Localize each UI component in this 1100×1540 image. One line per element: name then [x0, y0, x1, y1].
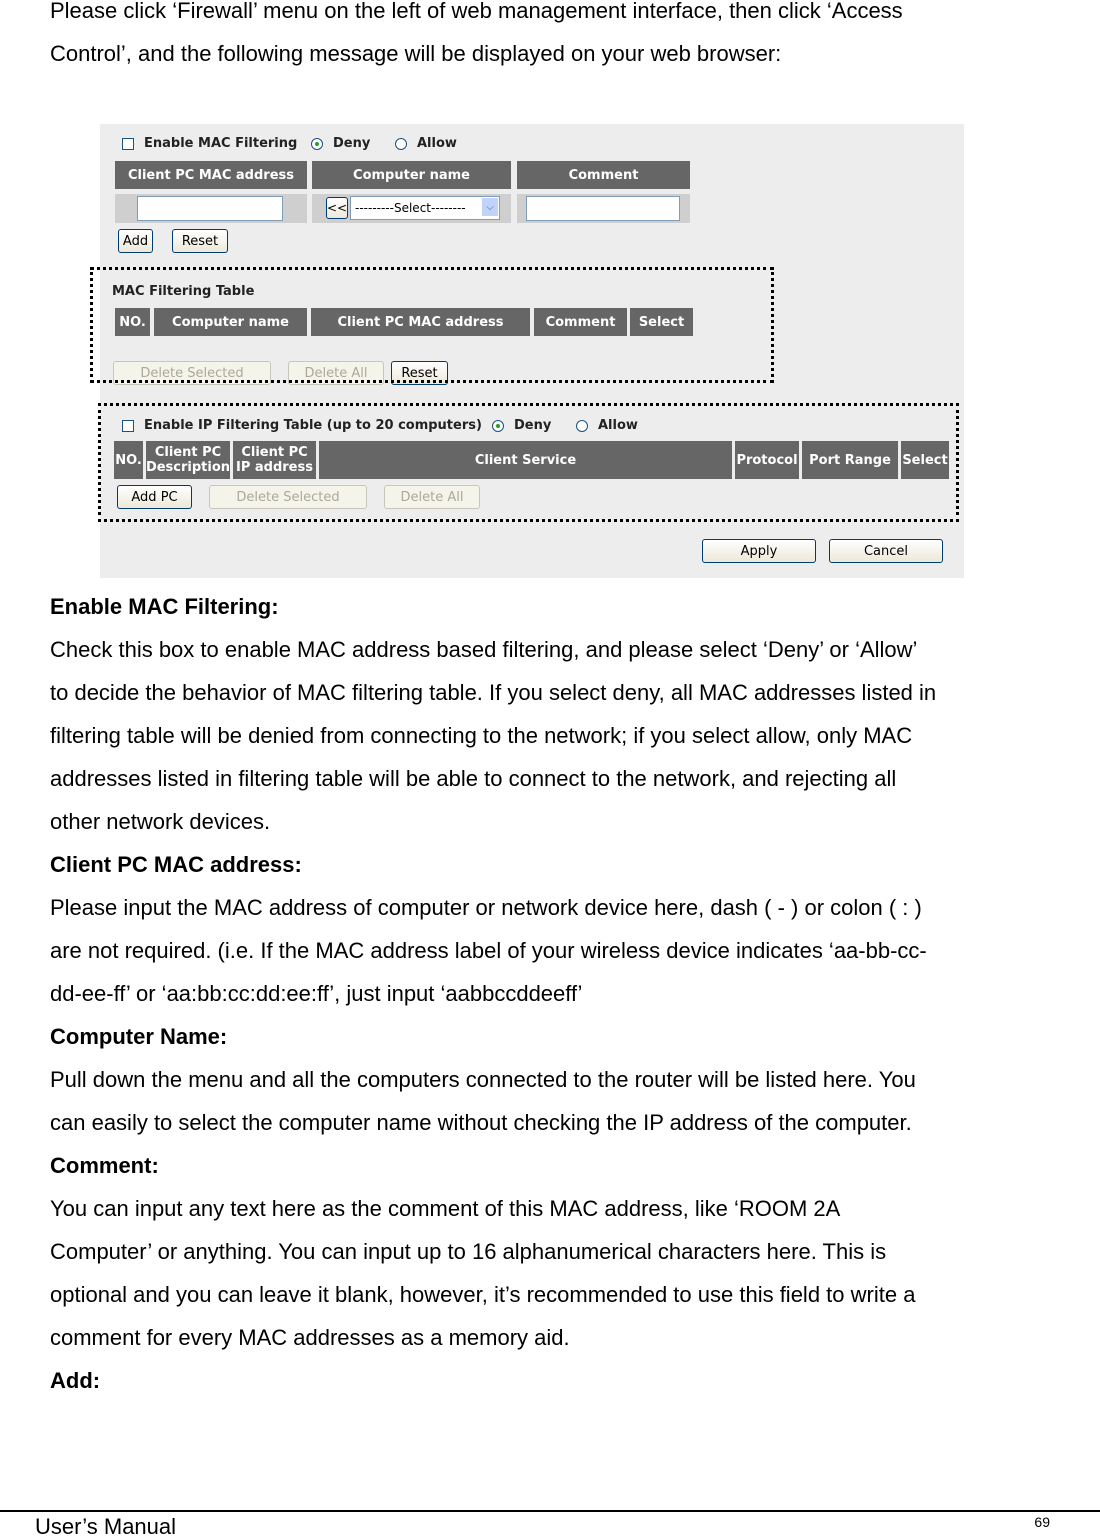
footer-title: User’s Manual	[35, 1514, 177, 1539]
header-client-mac: Client PC MAC address	[115, 161, 307, 189]
reset-entry-button[interactable]: Reset	[172, 229, 228, 253]
mac-allow-radio[interactable]	[395, 138, 407, 150]
section-heading: Client PC MAC address:	[50, 852, 302, 877]
section-line: to decide the behavior of MAC filtering …	[50, 680, 937, 705]
chevron-down-icon[interactable]: ⌵	[482, 198, 498, 216]
mac-input-cell	[115, 194, 307, 223]
section-line: You can input any text here as the comme…	[50, 1196, 841, 1221]
computer-name-select[interactable]: ---------Select-------- ⌵	[350, 196, 500, 220]
intro-text: Please click ‘Firewall’ menu on the left…	[50, 0, 1070, 75]
section-line: optional and you can leave it blank, how…	[50, 1282, 916, 1307]
copy-computer-button[interactable]: <<	[326, 197, 348, 219]
section-line: dd-ee-ff’ or ‘aa:bb:cc:dd:ee:ff’, just i…	[50, 981, 583, 1006]
ip-filter-highlight	[98, 403, 959, 522]
section-enable-mac: Enable MAC Filtering: Check this box to …	[50, 585, 1070, 1402]
section-line: Computer’ or anything. You can input up …	[50, 1239, 887, 1264]
enable-mac-filtering-checkbox[interactable]	[122, 138, 134, 150]
section-line: addresses listed in filtering table will…	[50, 766, 897, 791]
comment-input[interactable]	[526, 196, 680, 221]
intro-line: Please click ‘Firewall’ menu on the left…	[50, 0, 903, 23]
mac-allow-label: Allow	[417, 136, 457, 151]
comment-input-cell	[517, 194, 690, 223]
mac-address-input[interactable]	[137, 196, 283, 221]
enable-mac-filtering-label: Enable MAC Filtering	[144, 136, 298, 151]
section-heading: Comment:	[50, 1153, 159, 1178]
section-heading: Computer Name:	[50, 1024, 228, 1049]
mac-deny-radio[interactable]	[311, 138, 323, 150]
header-comment: Comment	[517, 161, 690, 189]
section-line: other network devices.	[50, 809, 271, 834]
apply-button[interactable]: Apply	[702, 539, 816, 563]
header-computer-name: Computer name	[312, 161, 511, 189]
add-button[interactable]: Add	[118, 229, 153, 253]
section-line: comment for every MAC addresses as a mem…	[50, 1325, 570, 1350]
section-line: filtering table will be denied from conn…	[50, 723, 913, 748]
section-heading: Enable MAC Filtering:	[50, 594, 279, 619]
page-number: 69	[1034, 1514, 1050, 1530]
mac-table-highlight	[90, 267, 774, 383]
section-line: Pull down the menu and all the computers…	[50, 1067, 916, 1092]
section-line: Please input the MAC address of computer…	[50, 895, 922, 920]
section-line: Check this box to enable MAC address bas…	[50, 637, 918, 662]
section-line: can easily to select the computer name w…	[50, 1110, 912, 1135]
footer-divider	[0, 1510, 1100, 1512]
cancel-button[interactable]: Cancel	[829, 539, 943, 563]
computer-select-value: ---------Select--------	[355, 201, 466, 215]
mac-deny-label: Deny	[333, 136, 371, 151]
section-line: are not required. (i.e. If the MAC addre…	[50, 938, 927, 963]
computer-name-cell: << ---------Select-------- ⌵	[312, 194, 511, 223]
intro-line: Control’, and the following message will…	[50, 41, 782, 66]
section-heading: Add:	[50, 1368, 101, 1393]
